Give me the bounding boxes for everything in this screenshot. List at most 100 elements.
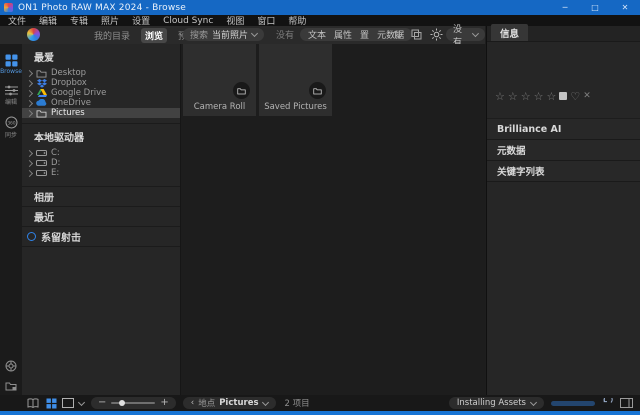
chevron-right-icon[interactable]: [26, 149, 33, 156]
tab-browse[interactable]: 浏览: [141, 28, 167, 43]
search-scope-value: 当前照片: [212, 28, 248, 41]
install-progress-bar: [551, 401, 595, 406]
filter-text-option[interactable]: 文本: [308, 28, 326, 41]
module-sync[interactable]: 360 同步: [0, 116, 22, 139]
location-breadcrumb[interactable]: ‹ 地点 Pictures: [183, 397, 276, 409]
detail-view-icon[interactable]: [62, 398, 74, 408]
zoom-slider-track[interactable]: [111, 402, 155, 404]
chevron-right-icon[interactable]: [26, 69, 33, 76]
chevron-down-icon: [261, 398, 268, 405]
sidebar-item-label: OneDrive: [51, 98, 91, 108]
rail-bottom-icons: [0, 360, 22, 391]
star-icon[interactable]: ☆: [547, 90, 557, 103]
local-drives-section-title[interactable]: 本地驱动器: [22, 124, 180, 148]
tethered-shooting-section-header[interactable]: 系留射击: [22, 227, 180, 247]
back-chevron-icon[interactable]: ‹: [191, 398, 194, 408]
info-panel: 信息 ☆ ☆ ☆ ☆ ☆ ♡ ✕ Brilliance AI 元数据 关键字列表: [486, 26, 640, 395]
minimize-button[interactable]: ─: [550, 0, 580, 15]
search-scope-dropdown[interactable]: 搜索 当前照片: [183, 28, 264, 41]
zoom-slider-knob[interactable]: [119, 400, 125, 406]
dual-view-icon[interactable]: [27, 398, 39, 408]
status-label: Installing Assets: [457, 398, 526, 408]
google-drive-icon: [36, 89, 47, 98]
window-controls: ─ □ ✕: [550, 0, 640, 15]
section-keyword-list[interactable]: 关键字列表: [487, 161, 640, 182]
star-icon[interactable]: ☆: [534, 90, 544, 103]
photo-browser-grid[interactable]: Camera Roll Saved Pictures: [181, 44, 485, 395]
section-label: 元数据: [497, 143, 526, 157]
browse-module-icon: [5, 54, 18, 67]
zoom-out-button[interactable]: −: [98, 398, 106, 408]
info-panel-spacer: [487, 103, 640, 119]
chevron-right-icon[interactable]: [26, 169, 33, 176]
chevron-right-icon[interactable]: [26, 159, 33, 166]
sidebar-item-pictures[interactable]: Pictures: [22, 108, 180, 118]
color-label-swatch[interactable]: [559, 92, 567, 100]
folder-tile-saved-pictures[interactable]: Saved Pictures: [259, 44, 332, 116]
filter-attributes-option[interactable]: 属性: [334, 28, 352, 41]
star-icon[interactable]: ☆: [521, 90, 531, 103]
hard-drive-icon: [36, 169, 47, 177]
folder-tile-camera-roll[interactable]: Camera Roll: [183, 44, 256, 116]
thumbnail-zoom-slider: − +: [91, 397, 176, 409]
chevron-down-icon[interactable]: [78, 398, 85, 405]
browse-toolbar: 我的目录 浏览 预置 搜索 当前照片 没有 文本 属性 置 元数据 没有: [0, 26, 485, 45]
clear-rating-icon[interactable]: ✕: [583, 91, 591, 101]
folder-badge-icon: [233, 82, 250, 99]
maximize-button[interactable]: □: [580, 0, 610, 15]
section-label: Brilliance AI: [497, 124, 561, 135]
module-edit-label: 编辑: [5, 97, 17, 106]
folder-icon: [36, 109, 47, 118]
recent-section-header[interactable]: 最近: [22, 207, 180, 227]
sort-dropdown[interactable]: 没有: [446, 28, 485, 41]
bottom-bar: − + ‹ 地点 Pictures 2 项目 Installing Assets: [0, 395, 640, 411]
sliders-icon: [5, 85, 18, 96]
albums-section-header[interactable]: 相册: [22, 187, 180, 207]
section-metadata[interactable]: 元数据: [487, 140, 640, 161]
module-browse-label: Browse: [0, 68, 22, 75]
tethered-title: 系留射击: [41, 229, 81, 244]
chevron-right-icon[interactable]: [26, 89, 33, 96]
chevron-down-icon: [530, 398, 537, 405]
lightbulb-icon[interactable]: [430, 28, 443, 41]
location-label: 地点: [198, 397, 215, 409]
help-icon[interactable]: [5, 360, 17, 372]
sidebar-item-label: E:: [51, 168, 59, 178]
favorites-section-title[interactable]: 最爱: [22, 44, 180, 68]
chevron-down-icon: [251, 30, 258, 37]
star-icon[interactable]: ☆: [508, 90, 518, 103]
panel-toggle-icon[interactable]: [620, 398, 633, 408]
status-dropdown[interactable]: Installing Assets: [449, 397, 544, 409]
chevron-right-icon[interactable]: [26, 109, 33, 116]
on1-logo-icon: [27, 28, 40, 41]
sidebar-item-onedrive[interactable]: OneDrive: [22, 98, 180, 108]
heart-icon[interactable]: ♡: [570, 90, 580, 103]
sidebar-item-drive-c[interactable]: C:: [22, 148, 180, 158]
new-folder-icon[interactable]: [5, 381, 17, 391]
close-button[interactable]: ✕: [610, 0, 640, 15]
star-icon[interactable]: ☆: [495, 90, 505, 103]
section-brilliance-ai[interactable]: Brilliance AI: [487, 119, 640, 140]
filter-date-option[interactable]: 置: [360, 28, 369, 41]
grid-view-icon[interactable]: [46, 398, 57, 409]
folder-tile-label: Camera Roll: [183, 102, 256, 112]
sidebar-item-desktop[interactable]: Desktop: [22, 68, 180, 78]
sidebar-item-label: Google Drive: [51, 88, 106, 98]
sidebar-item-google-drive[interactable]: Google Drive: [22, 88, 180, 98]
info-panel-header: 信息: [487, 26, 640, 42]
stack-view-icon[interactable]: [411, 29, 422, 40]
tab-info[interactable]: 信息: [491, 24, 528, 41]
menu-cloud-sync[interactable]: Cloud Sync: [163, 16, 213, 26]
chevron-right-icon[interactable]: [26, 99, 33, 106]
module-edit[interactable]: 编辑: [0, 85, 22, 106]
chevron-right-icon[interactable]: [26, 79, 33, 86]
sidebar-item-drive-d[interactable]: D:: [22, 158, 180, 168]
zoom-in-button[interactable]: +: [160, 398, 168, 408]
tab-my-catalogs[interactable]: 我的目录: [90, 28, 134, 43]
module-browse[interactable]: Browse: [0, 54, 22, 75]
sidebar-item-dropbox[interactable]: Dropbox: [22, 78, 180, 88]
filter-none-option[interactable]: 没有: [276, 28, 294, 41]
sort-icon[interactable]: [392, 29, 403, 40]
undo-icon[interactable]: [602, 398, 613, 409]
sidebar-item-drive-e[interactable]: E:: [22, 168, 180, 178]
